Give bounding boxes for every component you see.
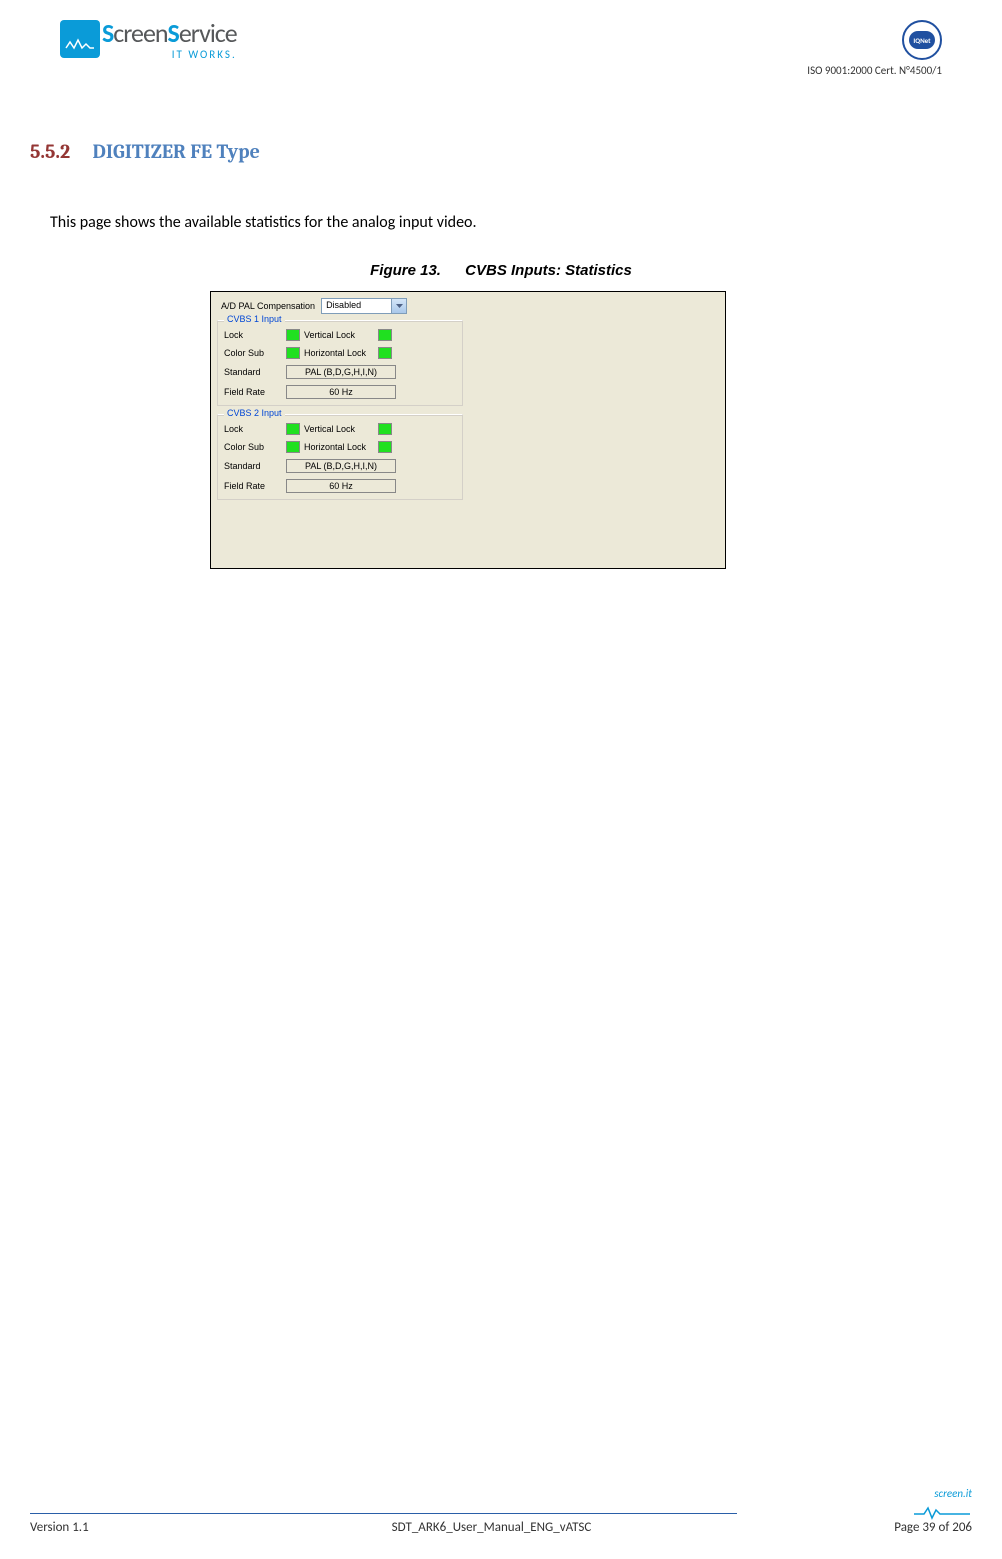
colorsub-led-icon [286, 347, 300, 359]
cvbs-1-legend: CVBS 1 Input [224, 314, 285, 324]
vlock-label: Vertical Lock [304, 424, 378, 434]
intro-paragraph: This page shows the available statistics… [50, 213, 972, 232]
lock-led-icon [286, 329, 300, 341]
ad-pal-label: A/D PAL Compensation [221, 301, 315, 311]
hlock-led-icon [378, 441, 392, 453]
vlock-led-icon [378, 423, 392, 435]
iso-cert-text: ISO 9001:2000 Cert. N°4500/1 [807, 64, 942, 77]
footer-wave-icon [912, 1504, 972, 1520]
page-footer: screen.it Version 1.1 SDT_ARK6_User_Manu… [30, 1487, 972, 1535]
standard-label: Standard [224, 461, 286, 471]
colorsub-label: Color Sub [224, 442, 286, 452]
lock-label: Lock [224, 330, 286, 340]
fieldrate-label: Field Rate [224, 387, 286, 397]
figure-label: Figure 13. [370, 262, 441, 279]
ui-screenshot-panel: A/D PAL Compensation Disabled CVBS 1 Inp… [210, 291, 726, 569]
colorsub-label: Color Sub [224, 348, 286, 358]
hlock-label: Horizontal Lock [304, 348, 378, 358]
section-number: 5.5.2 [30, 140, 70, 163]
logo-tagline: IT WORKS. [102, 48, 237, 61]
lock-led-icon [286, 423, 300, 435]
cvbs-2-legend: CVBS 2 Input [224, 408, 285, 418]
footer-doc: SDT_ARK6_User_Manual_ENG_vATSC [392, 1520, 592, 1535]
footer-page: Page 39 of 206 [894, 1520, 972, 1535]
page-header: ScreenService IT WORKS. IQNet ISO 9001:2… [30, 20, 972, 90]
hlock-led-icon [378, 347, 392, 359]
section-title: DIGITIZER FE Type [93, 140, 260, 163]
footer-brand: screen.it [934, 1487, 972, 1500]
ad-pal-value: Disabled [322, 299, 391, 313]
lock-label: Lock [224, 424, 286, 434]
vlock-led-icon [378, 329, 392, 341]
standard-readout: PAL (B,D,G,H,I,N) [286, 459, 396, 473]
footer-version: Version 1.1 [30, 1520, 89, 1535]
fieldrate-readout: 60 Hz [286, 385, 396, 399]
fieldrate-label: Field Rate [224, 481, 286, 491]
iqnet-badge-icon: IQNet [902, 20, 942, 60]
chevron-down-icon[interactable] [391, 299, 406, 313]
hlock-label: Horizontal Lock [304, 442, 378, 452]
standard-label: Standard [224, 367, 286, 377]
ad-pal-dropdown[interactable]: Disabled [321, 298, 407, 314]
logo-text: ScreenService [102, 20, 237, 46]
section-heading: 5.5.2 DIGITIZER FE Type [30, 140, 972, 163]
cvbs-1-fieldset: CVBS 1 Input Lock Vertical Lock Color Su… [217, 320, 463, 406]
standard-readout: PAL (B,D,G,H,I,N) [286, 365, 396, 379]
footer-divider [30, 1513, 737, 1514]
figure-title: CVBS Inputs: Statistics [465, 262, 632, 279]
logo-icon [60, 20, 100, 58]
cvbs-2-fieldset: CVBS 2 Input Lock Vertical Lock Color Su… [217, 414, 463, 500]
fieldrate-readout: 60 Hz [286, 479, 396, 493]
figure-caption: Figure 13. CVBS Inputs: Statistics [30, 262, 972, 279]
colorsub-led-icon [286, 441, 300, 453]
vlock-label: Vertical Lock [304, 330, 378, 340]
company-logo: ScreenService IT WORKS. [60, 20, 237, 61]
footer-logo: screen.it [912, 1487, 972, 1520]
